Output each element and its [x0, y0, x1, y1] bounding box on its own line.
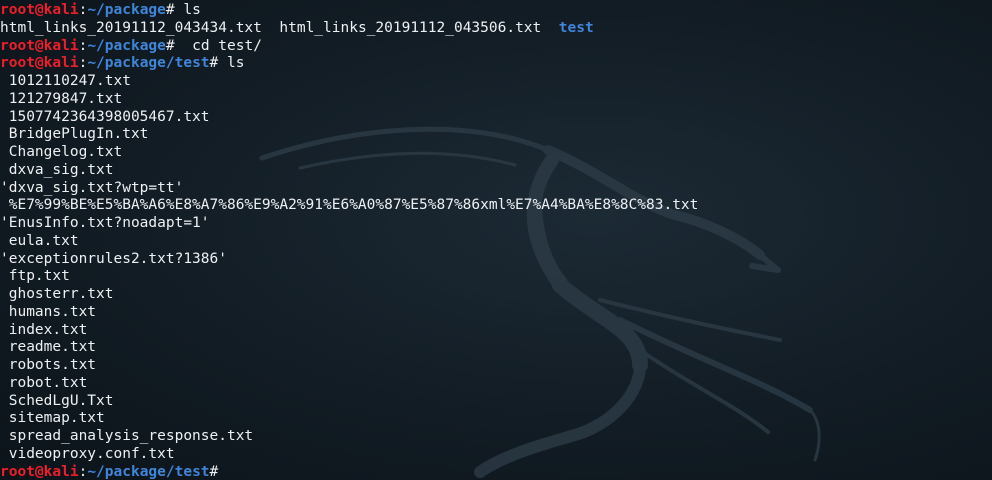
- prompt-separator: :: [78, 37, 88, 54]
- file-entry: dxva_sig.txt: [0, 161, 114, 178]
- column-gap: [541, 20, 558, 36]
- file-entry: 'exceptionrules2.txt?1386': [0, 250, 227, 267]
- prompt-separator: :: [78, 2, 88, 18]
- file-entry: ftp.txt: [0, 268, 70, 285]
- file-entry: readme.txt: [0, 339, 97, 356]
- file-entry: html_links_20191112_043434.txt: [0, 19, 262, 36]
- prompt-symbol: #: [165, 37, 175, 54]
- prompt-user: root@kali: [0, 2, 79, 18]
- prompt-user: root@kali: [0, 55, 79, 72]
- file-entry: videoproxy.conf.txt: [0, 445, 175, 462]
- file-entry: 121279847.txt: [0, 90, 123, 107]
- command-text: cd test/: [174, 37, 262, 54]
- prompt-user: root@kali: [0, 463, 79, 480]
- file-entry: index.txt: [0, 321, 88, 338]
- file-entry: Changelog.txt: [0, 144, 123, 160]
- prompt-path: ~/package/test: [87, 463, 210, 480]
- file-entry: 1012110247.txt: [0, 73, 131, 89]
- prompt-path: ~/package: [87, 2, 166, 18]
- file-entry: ghosterr.txt: [0, 286, 114, 302]
- prompt-path: ~/package/test: [87, 55, 210, 72]
- terminal-window[interactable]: root@kali:~/package# ls html_links_201911…: [0, 0, 992, 480]
- command-text: ls: [174, 2, 201, 18]
- prompt-line: root@kali:~/package/test# ls: [0, 55, 992, 73]
- prompt-line: root@kali:~/package/test#: [0, 464, 992, 480]
- terminal-output: root@kali:~/package# ls html_links_201911…: [0, 0, 992, 480]
- file-entry: html_links_20191112_043506.txt: [279, 19, 542, 36]
- file-entry: 1507742364398005467.txt: [0, 108, 210, 125]
- prompt-separator: :: [78, 55, 88, 72]
- file-entry: SchedLgU.Txt: [0, 392, 114, 409]
- ls-output-line: html_links_20191112_043434.txt html_link…: [0, 20, 992, 38]
- file-entry: robots.txt: [0, 357, 97, 373]
- file-entry: robot.txt: [0, 374, 88, 391]
- prompt-line: root@kali:~/package# cd test/: [0, 38, 992, 56]
- prompt-line: root@kali:~/package# ls: [0, 2, 992, 20]
- file-entry: sitemap.txt: [0, 410, 105, 427]
- file-entry: spread_analysis_response.txt: [0, 428, 254, 444]
- file-entry: 'EnusInfo.txt?noadapt=1': [0, 215, 210, 231]
- column-gap: [262, 20, 279, 36]
- file-entry: eula.txt: [0, 232, 79, 249]
- file-entry: BridgePlugIn.txt: [0, 126, 149, 143]
- command-text: ls: [218, 55, 245, 72]
- prompt-symbol: #: [209, 463, 219, 480]
- prompt-user: root@kali: [0, 37, 79, 54]
- prompt-symbol: #: [209, 55, 219, 72]
- prompt-path: ~/package: [87, 37, 166, 54]
- file-entry: humans.txt: [0, 303, 97, 320]
- file-entry: %E7%99%BE%E5%BA%A6%E8%A7%86%E9%A2%91%E6%…: [0, 197, 699, 214]
- directory-entry: test: [558, 19, 594, 36]
- file-entry: 'dxva_sig.txt?wtp=tt': [0, 179, 184, 196]
- prompt-separator: :: [78, 463, 88, 480]
- prompt-symbol: #: [165, 2, 175, 18]
